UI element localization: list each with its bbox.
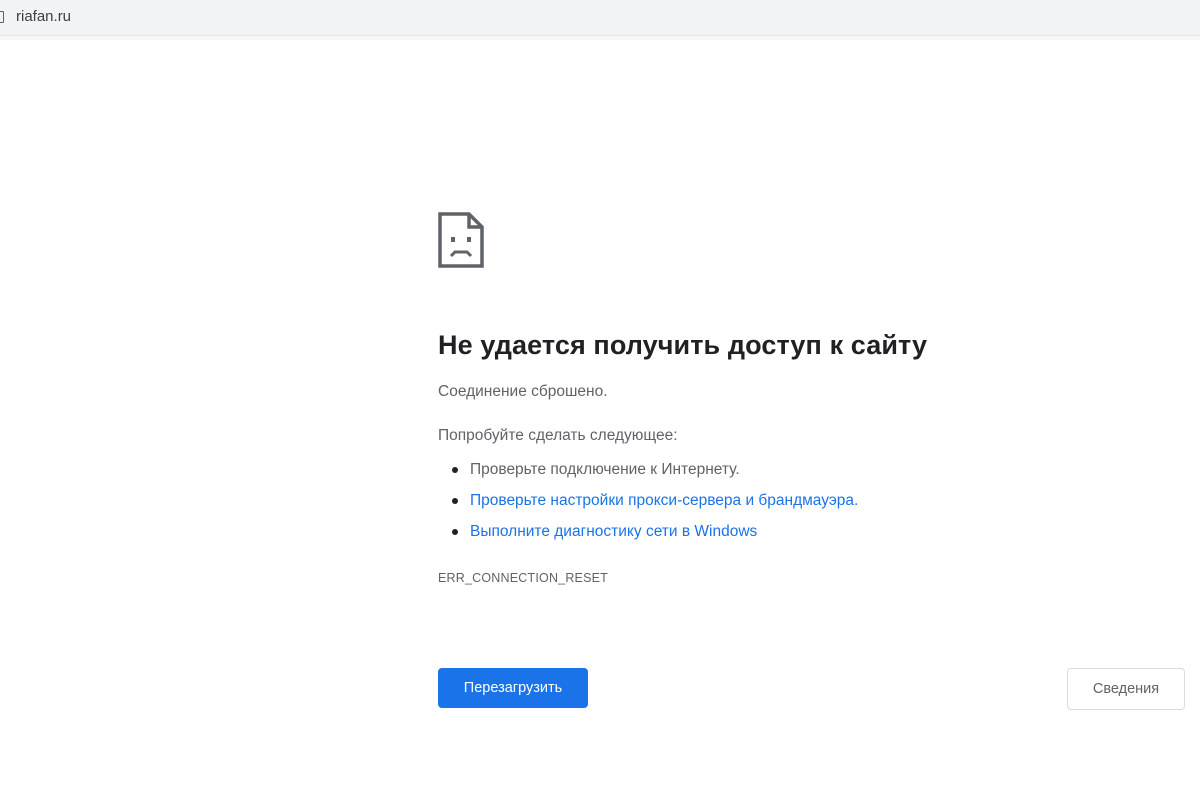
page-icon xyxy=(0,11,4,23)
reload-button[interactable]: Перезагрузить xyxy=(438,668,588,708)
url-text[interactable]: riafan.ru xyxy=(16,8,71,25)
sad-page-icon xyxy=(438,212,484,268)
error-heading: Не удается получить доступ к сайту xyxy=(438,330,928,360)
toolbar-divider xyxy=(0,36,1200,40)
details-button[interactable]: Сведения xyxy=(1067,668,1185,710)
error-content: Не удается получить доступ к сайту Соеди… xyxy=(438,212,1058,585)
suggestion-network-diagnostics-link[interactable]: Выполните диагностику сети в Windows xyxy=(452,516,1058,547)
suggestions-list: Проверьте подключение к Интернету. Прове… xyxy=(438,454,1058,547)
error-code: ERR_CONNECTION_RESET xyxy=(438,571,608,585)
error-summary: Соединение сброшено. xyxy=(438,383,608,400)
address-bar[interactable]: riafan.ru xyxy=(0,0,1200,36)
suggestions-title: Попробуйте сделать следующее: xyxy=(438,427,678,444)
suggestion-proxy-firewall-link[interactable]: Проверьте настройки прокси-сервера и бра… xyxy=(452,485,1058,516)
suggestion-check-connection: Проверьте подключение к Интернету. xyxy=(452,454,1058,485)
